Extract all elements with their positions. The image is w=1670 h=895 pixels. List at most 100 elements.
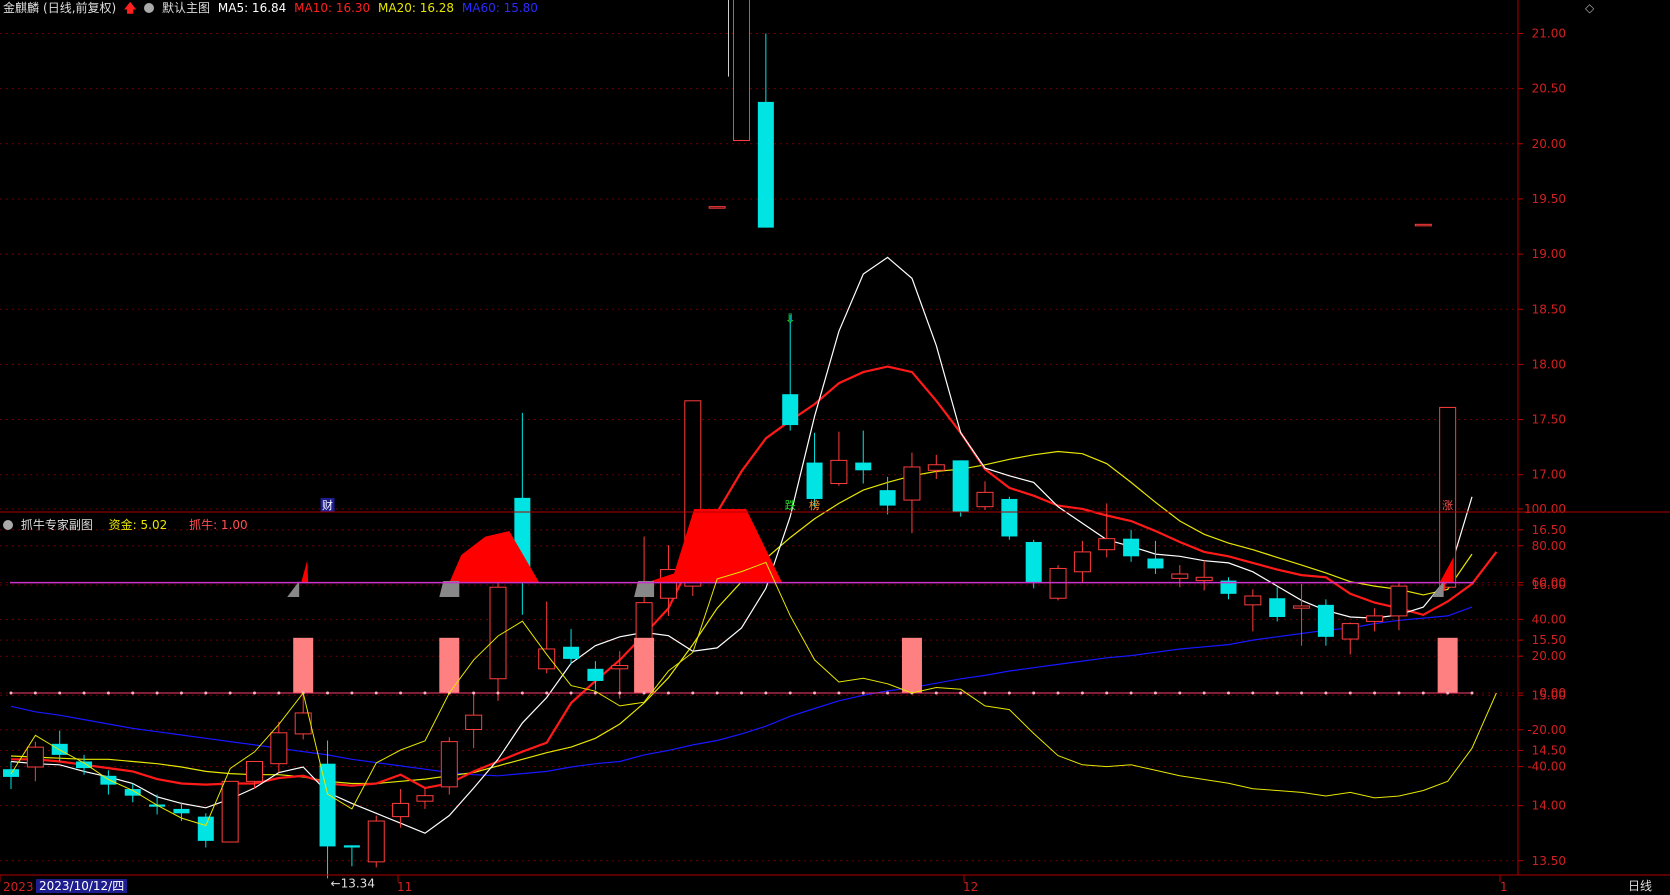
candle — [367, 815, 385, 868]
candle-body-down — [806, 462, 823, 499]
zero-dot — [472, 691, 476, 695]
signal-bar — [439, 637, 460, 693]
high-price-label: ←21.38 — [746, 0, 790, 1]
main-header: 金麒麟 (日线,前复权) 🡅 默认主图 MA5: 16.84 MA10: 16.3… — [3, 1, 542, 15]
zero-dot — [253, 691, 256, 695]
candle-body-up — [1366, 615, 1384, 622]
candle — [806, 432, 823, 507]
zero-dot — [740, 691, 743, 695]
event-tag: 涨 — [1442, 499, 1453, 512]
chart-frame — [0, 0, 1670, 882]
candlestick-series — [3, 0, 1457, 879]
candle-body-up — [708, 206, 726, 209]
candle-body-down — [879, 490, 896, 506]
sub-header: 抓牛专家副图 资金: 5.02 抓牛: 1.00 — [3, 518, 252, 532]
zero-dot — [277, 691, 281, 695]
candle — [538, 601, 556, 674]
zero-dot — [520, 691, 524, 695]
ma5-value: MA5: 16.84 — [217, 1, 287, 15]
zero-dot — [983, 691, 987, 695]
candle — [1123, 529, 1140, 562]
signal-bar — [901, 637, 922, 693]
zero-dot — [1300, 691, 1304, 695]
sell-arrow-icon: ⇩ — [785, 312, 796, 327]
candle-body-down — [757, 101, 774, 228]
ma60-value: MA60: 15.80 — [461, 1, 538, 15]
indicator-tick-label: 0.00 — [1539, 686, 1566, 700]
zero-dot — [1324, 691, 1328, 695]
candle-body-up — [1293, 605, 1311, 609]
candle-body-down — [782, 394, 799, 426]
candle-body-down — [1025, 541, 1042, 583]
month-label-12: 12 — [963, 880, 979, 894]
zero-dot — [1470, 691, 1474, 695]
candle-body-up — [1171, 573, 1189, 579]
candle-body-up — [221, 780, 239, 843]
candle-body-down — [197, 816, 214, 841]
candle-body-down — [319, 763, 336, 847]
zero-dot — [106, 691, 110, 695]
zero-dot — [715, 691, 719, 695]
zero-dot — [423, 691, 427, 695]
candle-body-down — [1147, 558, 1164, 569]
zero-dot — [1251, 691, 1255, 695]
zero-dot — [33, 691, 37, 695]
indicator-tick-label: -20.00 — [1527, 723, 1566, 737]
candle-body-up — [1073, 551, 1091, 573]
candle — [1244, 589, 1262, 632]
candle-body-up — [246, 760, 263, 782]
candle — [149, 794, 166, 815]
zero-dot — [1153, 691, 1157, 695]
candle-body-up — [538, 648, 556, 670]
candle-body-down — [343, 845, 360, 848]
candle — [1147, 540, 1164, 574]
diamond-icon[interactable]: ◇ — [1585, 1, 1594, 15]
chart-canvas[interactable]: ←21.38←13.34财跌榜涨⇩⬆ 21.0020.5020.0019.501… — [0, 0, 1670, 895]
candle — [1341, 622, 1359, 655]
sub-chart-title[interactable]: 抓牛专家副图 — [21, 518, 93, 532]
zero-dot — [959, 691, 963, 695]
zero-dot — [326, 691, 330, 695]
footer-year: 2023 — [3, 880, 34, 894]
zero-dot — [9, 691, 13, 695]
period-button[interactable]: 日线 — [1628, 879, 1652, 893]
candle-body-down — [100, 775, 117, 785]
chevron-down-icon[interactable] — [3, 520, 13, 530]
zero-dot — [1129, 691, 1133, 695]
candle — [221, 780, 239, 843]
candle-body-down — [563, 646, 580, 659]
month-label-1: 1 — [1500, 880, 1508, 894]
zero-dot — [764, 691, 768, 695]
price-tick-label: 13.50 — [1532, 854, 1566, 868]
candle-body-down — [1317, 604, 1334, 637]
price-axis: 21.00 20.50 20.00 19.50 19.00 18.50 18.00 17.50… — [1518, 27, 1566, 868]
zero-dot — [399, 691, 403, 695]
zero-dot — [934, 691, 938, 695]
price-tick-label: 15.50 — [1532, 633, 1566, 647]
candle-body-up — [927, 464, 945, 471]
zero-dot — [1373, 691, 1377, 695]
candle — [927, 454, 945, 480]
chevron-down-icon[interactable] — [144, 3, 155, 13]
zero-dot — [1348, 691, 1352, 695]
zero-dot — [1202, 691, 1206, 695]
candle-body-down — [952, 460, 969, 513]
price-tick-label: 20.50 — [1532, 82, 1566, 96]
zero-dot — [1397, 691, 1401, 695]
candle — [611, 651, 629, 699]
ma60-line — [10, 606, 1473, 777]
zero-dot — [886, 691, 890, 695]
date-cursor-label: 2023/10/12/四 — [36, 879, 128, 893]
candle-body-up — [392, 802, 410, 818]
candle-body-up — [367, 820, 385, 863]
candle — [733, 0, 750, 141]
candle-body-down — [173, 808, 190, 814]
price-tick-label: 18.50 — [1532, 302, 1566, 316]
chart-mode: (日线,前复权) — [43, 1, 117, 15]
zero-dot — [788, 691, 792, 695]
price-tick-label: 17.00 — [1532, 468, 1566, 482]
zero-dot — [1056, 691, 1060, 695]
candle-body-up — [270, 732, 288, 765]
candle-body-up — [1195, 576, 1213, 582]
main-chart-label[interactable]: 默认主图 — [162, 1, 210, 15]
